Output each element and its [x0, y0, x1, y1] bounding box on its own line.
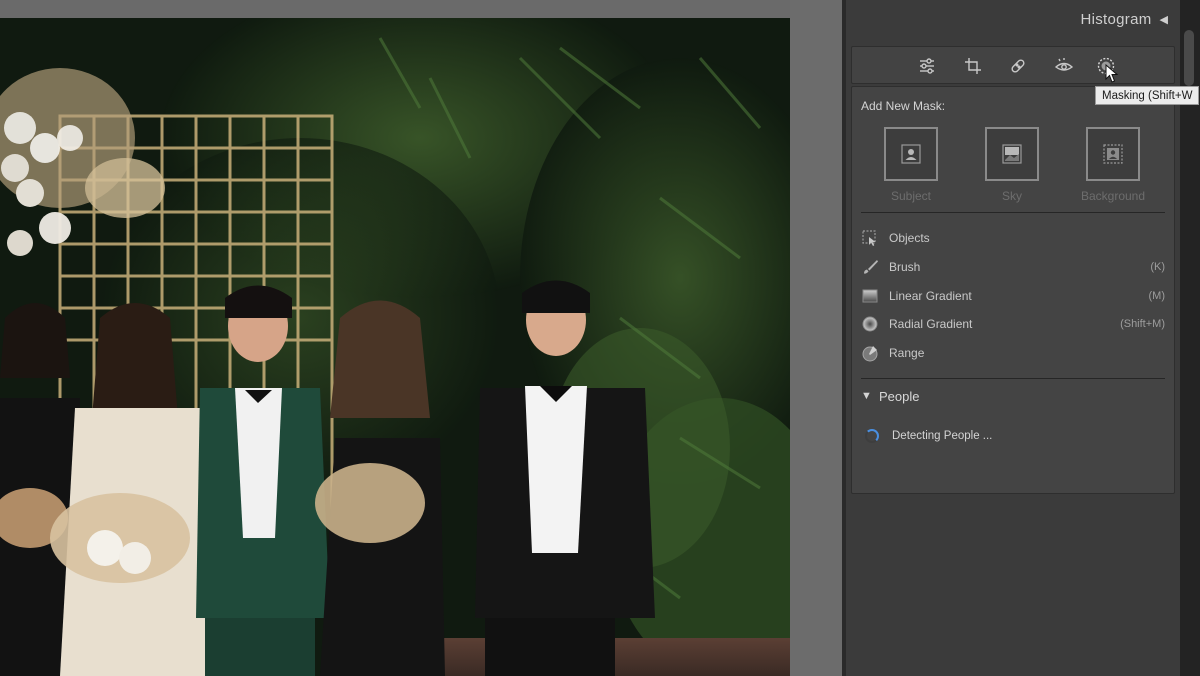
people-section-header[interactable]: ▼ People	[861, 386, 919, 406]
histogram-title: Histogram	[1080, 10, 1152, 28]
brush-label: Brush	[889, 260, 921, 274]
image-canvas	[0, 0, 842, 676]
masking-tooltip: Masking (Shift+W	[1095, 86, 1200, 105]
objects-tool[interactable]: Objects	[861, 226, 1165, 250]
mask-divider	[861, 212, 1165, 213]
mask-subject-label: Subject	[890, 189, 932, 203]
range-icon	[861, 342, 883, 364]
linear-gradient-tool[interactable]: Linear Gradient (M)	[861, 284, 1165, 308]
objects-label: Objects	[889, 231, 930, 245]
healing-icon[interactable]	[1006, 54, 1030, 78]
radial-gradient-label: Radial Gradient	[889, 317, 973, 331]
radial-gradient-icon	[861, 313, 883, 335]
expand-triangle-icon[interactable]: ▼	[861, 390, 879, 402]
mask-subject-button[interactable]	[884, 127, 938, 181]
people-section-label: People	[879, 388, 920, 404]
brush-tool[interactable]: Brush (K)	[861, 255, 1165, 279]
radial-gradient-shortcut: (Shift+M)	[1120, 318, 1165, 330]
subject-icon	[901, 144, 921, 164]
canvas-top-strip	[0, 0, 842, 18]
linear-gradient-shortcut: (M)	[1148, 290, 1166, 302]
detecting-people-label: Detecting People ...	[892, 430, 993, 442]
background-icon	[1103, 144, 1123, 164]
add-new-mask-label: Add New Mask:	[861, 99, 946, 113]
range-tool[interactable]: Range	[861, 341, 1165, 365]
range-label: Range	[889, 346, 925, 360]
mask-sky-button[interactable]	[985, 127, 1039, 181]
linear-gradient-label: Linear Gradient	[889, 289, 972, 303]
brush-icon	[861, 256, 883, 278]
panel-scroll-thumb[interactable]	[1184, 30, 1194, 86]
detecting-people-status: Detecting People ...	[865, 426, 992, 446]
radial-gradient-tool[interactable]: Radial Gradient (Shift+M)	[861, 312, 1165, 336]
crop-icon[interactable]	[961, 54, 985, 78]
edit-sliders-icon[interactable]	[915, 54, 939, 78]
mask-background-button[interactable]	[1086, 127, 1140, 181]
mask-sky-label: Sky	[1001, 189, 1022, 203]
people-divider	[861, 378, 1165, 379]
red-eye-icon[interactable]	[1052, 54, 1076, 78]
collapse-triangle-icon[interactable]: ◀	[1160, 13, 1168, 26]
sky-icon	[1002, 144, 1022, 164]
develop-tool-strip	[851, 46, 1175, 84]
lightroom-window: Histogram ◀ Add New Mask: Subject Sky Ba…	[0, 0, 1200, 676]
canvas-gutter	[790, 0, 842, 676]
group-photo-image	[0, 18, 790, 676]
loading-spinner-icon	[865, 429, 879, 443]
mask-background-label: Background	[1080, 189, 1146, 203]
brush-shortcut: (K)	[1150, 261, 1165, 273]
linear-gradient-icon	[861, 285, 883, 307]
objects-icon	[861, 227, 883, 249]
photo-preview[interactable]	[0, 18, 790, 676]
mouse-cursor-icon	[1105, 64, 1119, 83]
histogram-header[interactable]: Histogram ◀	[846, 0, 1180, 38]
